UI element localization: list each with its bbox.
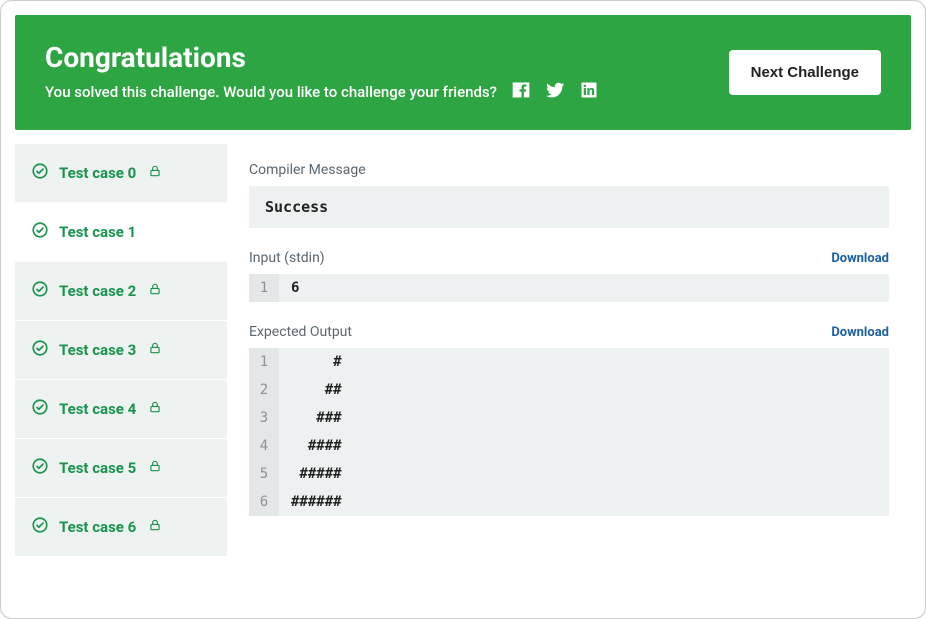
- lock-icon: [146, 341, 162, 359]
- code-line: 1 #: [249, 348, 889, 376]
- check-icon: [31, 280, 49, 302]
- lock-icon: [146, 164, 162, 182]
- line-number: 1: [249, 274, 279, 302]
- lock-icon: [146, 518, 162, 536]
- compiler-message-value: Success: [249, 186, 889, 228]
- line-content: #####: [279, 460, 354, 488]
- linkedin-icon[interactable]: [579, 80, 599, 104]
- testcase-item-6[interactable]: Test case 6: [15, 498, 227, 557]
- testcase-item-4[interactable]: Test case 4: [15, 380, 227, 439]
- line-content: ##: [279, 376, 354, 404]
- sidebar-wrap: Test case 0 Test case 1 Test case 2 Test ca…: [15, 144, 227, 584]
- banner-text-group: Congratulations You solved this challeng…: [45, 41, 599, 104]
- line-content: ####: [279, 432, 354, 460]
- social-icons: [511, 80, 599, 104]
- check-icon: [31, 516, 49, 538]
- testcase-label: Test case 0: [59, 164, 136, 182]
- input-code-box: 16: [249, 274, 889, 302]
- banner-subtitle: You solved this challenge. Would you lik…: [45, 83, 497, 101]
- line-number: 1: [249, 348, 279, 376]
- testcase-label: Test case 5: [59, 459, 136, 477]
- code-line: 3 ###: [249, 404, 889, 432]
- line-number: 6: [249, 488, 279, 516]
- line-content: ######: [279, 488, 354, 516]
- banner-title: Congratulations: [45, 41, 599, 74]
- code-line: 16: [249, 274, 889, 302]
- testcase-sidebar[interactable]: Test case 0 Test case 1 Test case 2 Test ca…: [15, 144, 227, 584]
- content-area: Test case 0 Test case 1 Test case 2 Test ca…: [15, 144, 911, 584]
- testcase-label: Test case 2: [59, 282, 136, 300]
- input-label: Input (stdin): [249, 250, 325, 266]
- testcase-item-1[interactable]: Test case 1: [15, 203, 227, 262]
- check-icon: [31, 339, 49, 361]
- line-number: 4: [249, 432, 279, 460]
- testcase-item-5[interactable]: Test case 5: [15, 439, 227, 498]
- next-challenge-button[interactable]: Next Challenge: [729, 50, 881, 95]
- banner-sub-row: You solved this challenge. Would you lik…: [45, 80, 599, 104]
- output-code-box: 1 #2 ##3 ###4 ####5 #####6######: [249, 348, 889, 516]
- testcase-item-0[interactable]: Test case 0: [15, 144, 227, 203]
- check-icon: [31, 457, 49, 479]
- congrats-banner: Congratulations You solved this challeng…: [15, 15, 911, 130]
- output-label: Expected Output: [249, 324, 352, 340]
- check-icon: [31, 162, 49, 184]
- compiler-message-label: Compiler Message: [249, 162, 889, 178]
- main-panel[interactable]: Compiler Message Success Input (stdin) D…: [227, 144, 911, 584]
- line-content: ###: [279, 404, 354, 432]
- twitter-icon[interactable]: [545, 80, 565, 104]
- code-line: 2 ##: [249, 376, 889, 404]
- line-number: 5: [249, 460, 279, 488]
- line-content: #: [279, 348, 354, 376]
- app-frame: Congratulations You solved this challeng…: [0, 0, 926, 619]
- testcase-label: Test case 1: [59, 223, 136, 241]
- facebook-icon[interactable]: [511, 80, 531, 104]
- testcase-label: Test case 6: [59, 518, 136, 536]
- testcase-label: Test case 3: [59, 341, 136, 359]
- lock-icon: [146, 400, 162, 418]
- code-line: 4 ####: [249, 432, 889, 460]
- output-download-link[interactable]: Download: [831, 325, 889, 340]
- lock-icon: [146, 459, 162, 477]
- line-number: 3: [249, 404, 279, 432]
- input-download-link[interactable]: Download: [831, 251, 889, 266]
- testcase-item-3[interactable]: Test case 3: [15, 321, 227, 380]
- check-icon: [31, 221, 49, 243]
- testcase-label: Test case 4: [59, 400, 136, 418]
- lock-icon: [146, 282, 162, 300]
- testcase-item-2[interactable]: Test case 2: [15, 262, 227, 321]
- code-line: 6######: [249, 488, 889, 516]
- line-number: 2: [249, 376, 279, 404]
- check-icon: [31, 398, 49, 420]
- line-content: 6: [279, 274, 311, 302]
- code-line: 5 #####: [249, 460, 889, 488]
